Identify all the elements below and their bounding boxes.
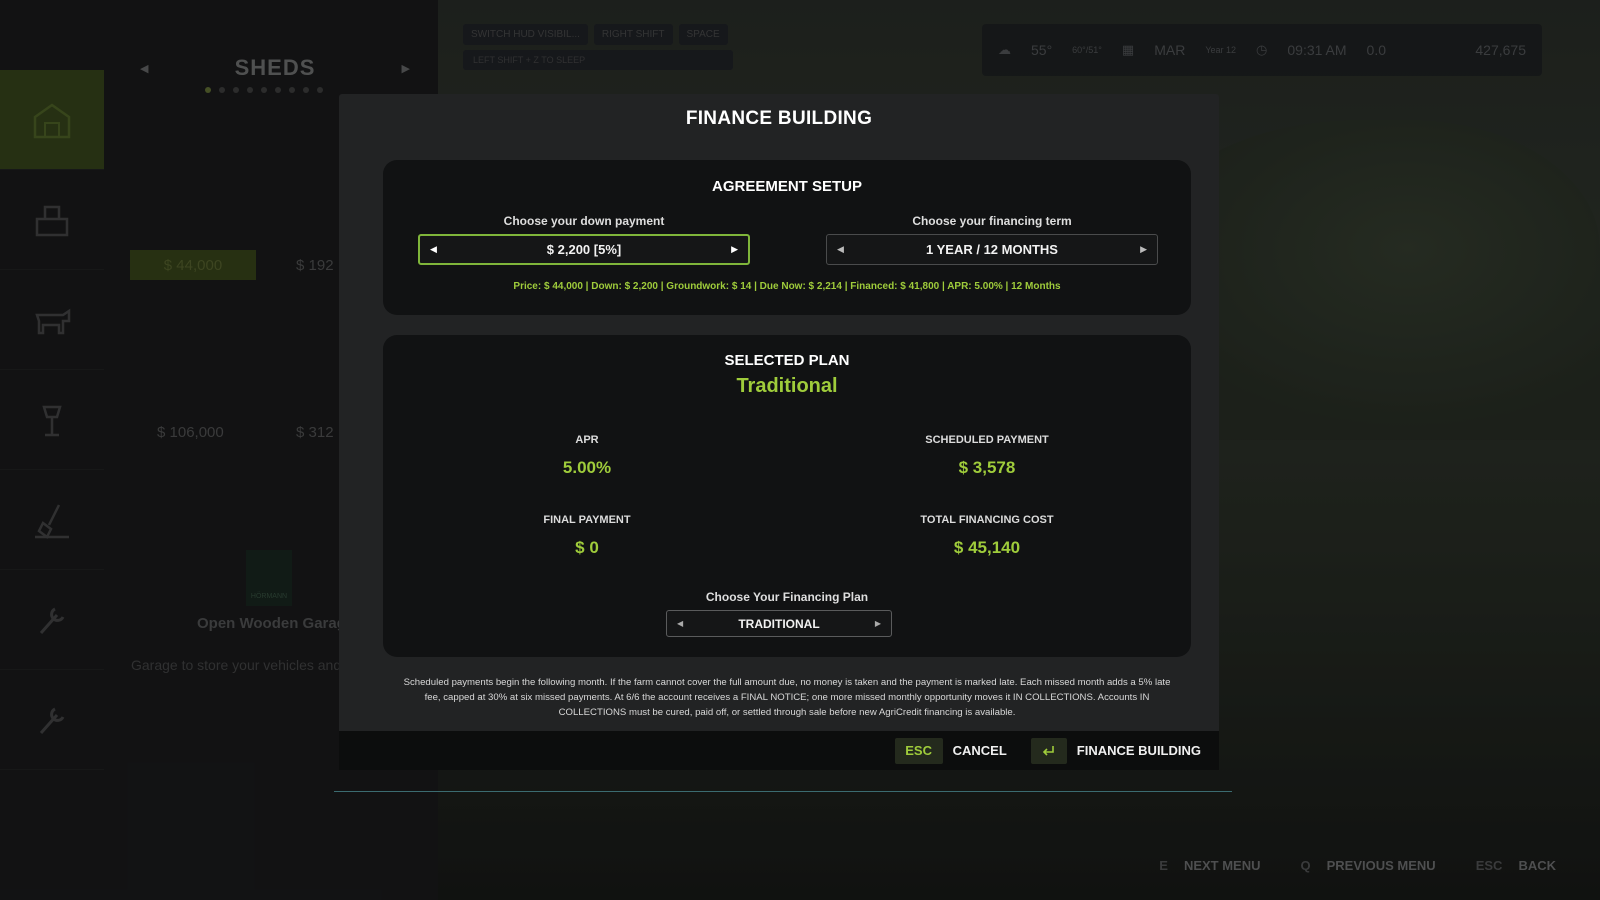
- scheduled-payment-value: $ 3,578: [958, 458, 1016, 477]
- arrow-right-icon[interactable]: ▶: [1140, 244, 1147, 255]
- total-cost-label: TOTAL FINANCING COST: [920, 514, 1054, 526]
- financing-plan-label: Choose Your Financing Plan: [705, 590, 869, 604]
- esc-key[interactable]: ESC: [894, 737, 943, 764]
- agreement-title: AGREEMENT SETUP: [711, 178, 862, 195]
- next-menu-button[interactable]: E NEXT MENU: [1159, 858, 1260, 873]
- final-payment-label: FINAL PAYMENT: [543, 514, 631, 526]
- dialog-footer: ESC CANCEL FINANCE BUILDING: [339, 731, 1219, 770]
- financing-plan-selector[interactable]: ◀ TRADITIONAL ▶: [666, 610, 892, 637]
- arrow-right-icon[interactable]: ▶: [731, 244, 738, 255]
- selected-plan-panel: SELECTED PLAN Traditional APR 5.00% SCHE…: [383, 335, 1191, 657]
- financing-term-label: Choose your financing term: [912, 214, 1072, 228]
- plan-name: Traditional: [736, 375, 838, 397]
- arrow-left-icon[interactable]: ◀: [837, 244, 844, 255]
- apr-label: APR: [575, 434, 599, 446]
- agreement-setup-panel: AGREEMENT SETUP Choose your down payment…: [383, 160, 1191, 315]
- divider: [334, 791, 1232, 792]
- financing-term-selector[interactable]: ◀ 1 YEAR / 12 MONTHS ▶: [826, 234, 1158, 265]
- financing-plan-value: TRADITIONAL: [738, 616, 820, 631]
- apr-stat: APR 5.00%: [457, 434, 717, 478]
- down-payment-selector[interactable]: ◀ $ 2,200 [5%] ▶: [418, 234, 750, 265]
- arrow-left-icon[interactable]: ◀: [430, 244, 437, 255]
- agreement-summary: Price: $ 44,000 | Down: $ 2,200 | Ground…: [513, 281, 1061, 292]
- previous-menu-button[interactable]: Q PREVIOUS MENU: [1301, 858, 1436, 873]
- dialog-title: FINANCE BUILDING: [685, 108, 873, 129]
- down-payment-value: $ 2,200 [5%]: [546, 242, 622, 257]
- arrow-right-icon[interactable]: ▶: [875, 619, 881, 628]
- bottom-nav: E NEXT MENU Q PREVIOUS MENU ESC BACK: [1159, 858, 1556, 873]
- total-cost-stat: TOTAL FINANCING COST $ 45,140: [857, 514, 1117, 558]
- cancel-button[interactable]: CANCEL: [953, 743, 1007, 758]
- back-button[interactable]: ESC BACK: [1476, 858, 1556, 873]
- scheduled-payment-label: SCHEDULED PAYMENT: [925, 434, 1049, 446]
- final-payment-stat: FINAL PAYMENT $ 0: [457, 514, 717, 558]
- plan-title: SELECTED PLAN: [724, 352, 850, 369]
- financing-term-value: 1 YEAR / 12 MONTHS: [926, 242, 1058, 257]
- disclaimer-text: Scheduled payments begin the following m…: [403, 677, 1171, 718]
- finance-dialog: FINANCE BUILDING AGREEMENT SETUP Choose …: [339, 94, 1219, 770]
- final-payment-value: $ 0: [575, 538, 599, 557]
- apr-value: 5.00%: [562, 458, 612, 477]
- enter-icon[interactable]: [1030, 737, 1067, 764]
- scheduled-payment-stat: SCHEDULED PAYMENT $ 3,578: [857, 434, 1117, 478]
- down-payment-label: Choose your down payment: [503, 214, 665, 228]
- total-cost-value: $ 45,140: [953, 538, 1021, 557]
- finance-building-button[interactable]: FINANCE BUILDING: [1077, 743, 1201, 758]
- screen: ◀ SHEDS ▶ $ 44,000 $ 192 $ 106,000 $ 312…: [0, 0, 1600, 900]
